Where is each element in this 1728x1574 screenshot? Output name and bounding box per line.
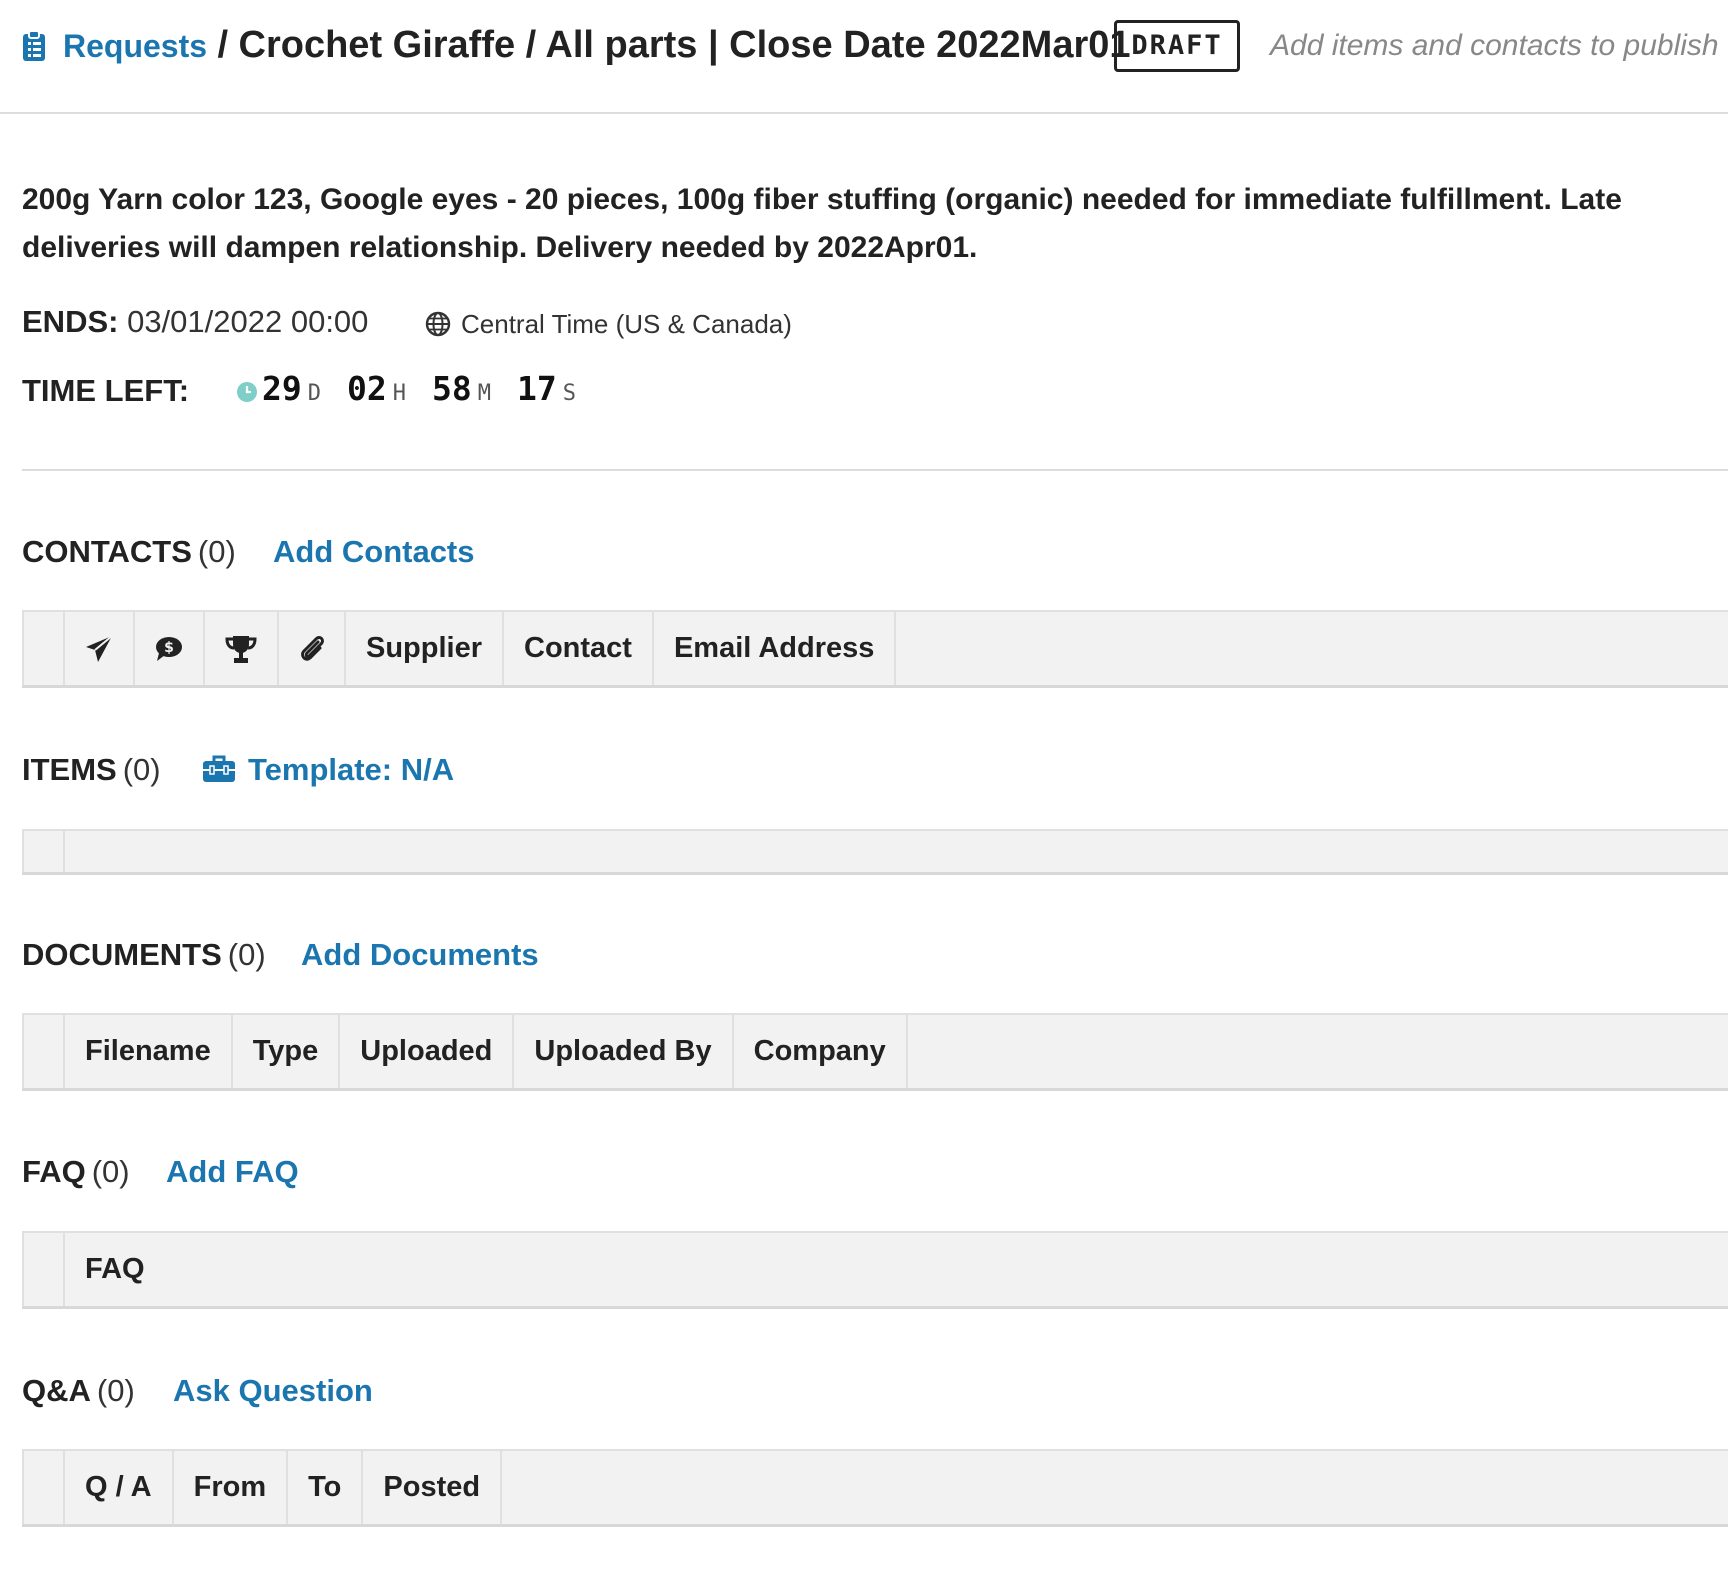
ends-value: 03/01/2022 00:00 [127, 304, 369, 339]
countdown-hours: 02 [347, 369, 387, 408]
select-column[interactable] [22, 612, 65, 685]
items-table-header [22, 829, 1728, 875]
paperclip-icon [300, 635, 324, 661]
clipboard-icon [23, 30, 45, 61]
timezone-label: Central Time (US & Canada) [461, 309, 792, 339]
svg-text:$: $ [164, 640, 174, 656]
quote-column[interactable]: $ [135, 612, 205, 685]
contacts-title: CONTACTS [22, 534, 192, 569]
countdown-minutes: 58 [432, 369, 472, 408]
qa-count: (0) [96, 1373, 135, 1408]
contacts-heading: CONTACTS (0) Add Contacts [22, 530, 475, 580]
ends-row: ENDS: 03/01/2022 00:00 [22, 302, 368, 342]
page-title: Crochet Giraffe / All parts | Close Date… [238, 24, 1131, 66]
contact-column-header[interactable]: Contact [504, 612, 654, 685]
status-badge: DRAFT [1114, 20, 1240, 72]
documents-title: DOCUMENTS [22, 937, 222, 972]
breadcrumb: Requests / Crochet Giraffe / All parts |… [63, 20, 1131, 70]
request-description: 200g Yarn color 123, Google eyes - 20 pi… [22, 183, 1622, 264]
section-divider [22, 469, 1728, 471]
add-contacts-link[interactable]: Add Contacts [273, 530, 475, 574]
paper-plane-icon [86, 634, 113, 662]
uploaded-column-header[interactable]: Uploaded [340, 1015, 515, 1088]
faq-table-header: FAQ [22, 1231, 1728, 1309]
select-column[interactable] [22, 1233, 65, 1306]
posted-column-header[interactable]: Posted [363, 1451, 503, 1524]
toolbox-icon [203, 755, 235, 782]
dollar-chat-icon: $ [156, 636, 182, 661]
uploaded-by-column-header[interactable]: Uploaded By [514, 1015, 734, 1088]
faq-title: FAQ [22, 1154, 86, 1189]
publish-hint: Add items and contacts to publish [1270, 29, 1719, 62]
countdown-seconds: 17 [517, 369, 557, 408]
type-column-header[interactable]: Type [233, 1015, 341, 1088]
items-header-empty [65, 831, 1728, 872]
select-column[interactable] [22, 831, 65, 872]
countdown-days: 29 [262, 369, 302, 408]
company-column-header[interactable]: Company [734, 1015, 908, 1088]
clock-icon [237, 382, 257, 402]
qa-column-header[interactable]: Q / A [65, 1451, 174, 1524]
time-left-label: TIME LEFT: [22, 373, 190, 408]
ends-label: ENDS: [22, 304, 119, 339]
add-documents-link[interactable]: Add Documents [301, 933, 539, 977]
faq-column-header[interactable]: FAQ [65, 1233, 1728, 1306]
time-left-row: TIME LEFT: 29 D 02 H 58 M 17 S [22, 369, 576, 413]
countdown-hours-unit: H [392, 381, 406, 406]
supplier-column-header[interactable]: Supplier [346, 612, 505, 685]
items-heading: ITEMS (0) Template: N/A [22, 748, 454, 798]
trophy-icon [225, 635, 257, 663]
countdown-seconds-unit: S [562, 381, 576, 406]
award-column[interactable] [205, 612, 279, 685]
faq-heading: FAQ (0) Add FAQ [22, 1150, 299, 1200]
ask-question-link[interactable]: Ask Question [173, 1369, 373, 1413]
items-count: (0) [122, 752, 161, 787]
documents-count: (0) [227, 937, 266, 972]
qa-title: Q&A [22, 1373, 91, 1408]
select-column[interactable] [22, 1451, 65, 1524]
breadcrumb-requests-link[interactable]: Requests [63, 28, 207, 64]
from-column-header[interactable]: From [174, 1451, 289, 1524]
page-header: Requests / Crochet Giraffe / All parts |… [0, 0, 1728, 114]
attachment-column[interactable] [279, 612, 346, 685]
items-title: ITEMS [22, 752, 117, 787]
qa-heading: Q&A (0) Ask Question [22, 1369, 373, 1419]
breadcrumb-separator: / [217, 24, 229, 66]
countdown-days-unit: D [307, 381, 321, 406]
template-link-label: Template: N/A [248, 752, 455, 787]
timezone: Central Time (US & Canada) [425, 306, 792, 342]
select-column[interactable] [22, 1015, 65, 1088]
contacts-count: (0) [197, 534, 236, 569]
email-column-header[interactable]: Email Address [654, 612, 897, 685]
countdown: 29 D 02 H 58 M 17 S [262, 369, 602, 408]
sent-column[interactable] [65, 612, 135, 685]
countdown-minutes-unit: M [477, 381, 491, 406]
add-faq-link[interactable]: Add FAQ [166, 1150, 299, 1194]
template-link[interactable]: Template: N/A [202, 748, 454, 792]
documents-heading: DOCUMENTS (0) Add Documents [22, 933, 539, 983]
filename-column-header[interactable]: Filename [65, 1015, 233, 1088]
contacts-table-header: $ Supplier Contact Email Address [22, 610, 1728, 688]
documents-table-header: Filename Type Uploaded Uploaded By Compa… [22, 1013, 1728, 1091]
to-column-header[interactable]: To [288, 1451, 364, 1524]
faq-count: (0) [91, 1154, 130, 1189]
globe-icon [425, 311, 451, 337]
qa-table-header: Q / A From To Posted [22, 1449, 1728, 1527]
